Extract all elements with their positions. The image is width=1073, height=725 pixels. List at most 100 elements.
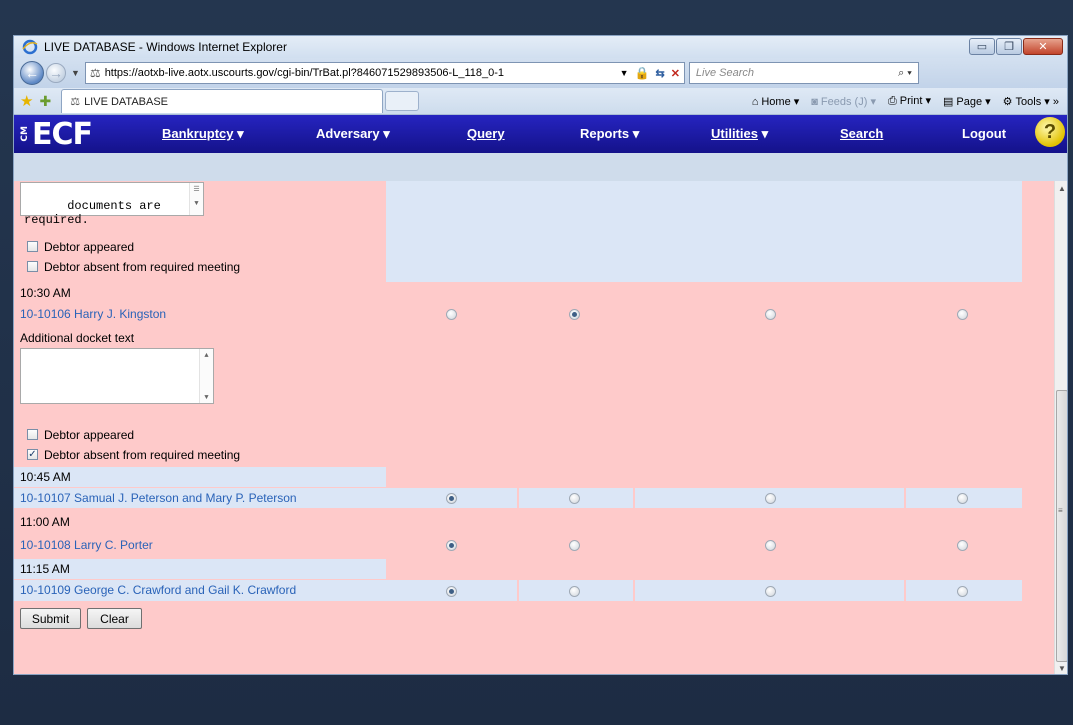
menu-bankruptcy[interactable]: Bankruptcy ▾ [162,126,244,142]
menu-label-query: Query [467,126,505,141]
case-2-radio-2[interactable] [569,493,580,504]
tab-label: LIVE DATABASE [84,95,169,108]
menu-label-search: Search [840,126,884,141]
search-icon[interactable]: ⌕ ▾ [898,67,912,80]
stop-icon[interactable]: ✕ [671,67,680,80]
case-time-4: 11:15 AM [20,562,70,576]
debtor-absent-label-2: Debtor absent from required meeting [44,448,241,462]
menu-label-reports: Reports [580,126,630,141]
address-url: https://aotxb-live.aotx.uscourts.gov/cgi… [104,67,505,79]
case-1-radio-2[interactable] [569,309,580,320]
column-divider [633,488,635,508]
debtor-appeared-checkbox-1[interactable] [27,241,38,252]
ecf-logo-text: ECF [32,116,93,152]
case-4-radio-4[interactable] [957,586,968,597]
address-row: ← → ▼ ⚖ https://aotxb-live.aotx.uscourts… [14,58,1067,88]
case-4-radio-1[interactable] [446,586,457,597]
page-button[interactable]: ▤ Page ▾ [943,95,991,108]
menu-query[interactable]: Query [467,126,505,141]
submit-button[interactable]: Submit [20,608,81,629]
case-link-1[interactable]: 10-10106 Harry J. Kingston [20,307,166,321]
case-1-radio-1[interactable] [446,309,457,320]
home-button[interactable]: ⌂ Home ▾ [752,95,800,108]
close-button[interactable]: ✕ [1023,38,1063,55]
maximize-button[interactable]: ❐ [996,38,1022,55]
minimize-button[interactable]: ▭ [969,38,995,55]
clear-button[interactable]: Clear [87,608,142,629]
scroll-down-icon[interactable]: ▼ [1058,664,1066,673]
case-3-radio-2[interactable] [569,540,580,551]
menu-logout[interactable]: Logout [962,126,1006,141]
column-divider [517,580,519,601]
tab-row: ★ ✚ ⚖ LIVE DATABASE ⌂ Home ▾ ◙ Feeds (J) ▾… [14,88,1067,115]
debtor-absent-checkbox-2[interactable]: ✓ [27,449,38,460]
search-input[interactable]: Live Search ⌕ ▾ [688,62,919,84]
case-2-radio-1[interactable] [446,493,457,504]
debtor-absent-checkbox-1[interactable] [27,261,38,272]
debtor-appeared-label-2: Debtor appeared [44,428,135,442]
case-2-radio-4[interactable] [957,493,968,504]
textarea-2-scrollbar[interactable]: ▲ ▼ [199,349,213,403]
column-divider [904,488,906,508]
address-dropdown-icon[interactable]: ▼ [620,68,629,78]
page-icon: ▤ [942,95,954,108]
title-bar: LIVE DATABASE - Windows Internet Explore… [14,36,1067,58]
ecf-logo[interactable]: CM ECF [14,117,124,152]
tools-gear-icon: ⚙ [1002,95,1013,108]
case-link-3[interactable]: 10-10108 Larry C. Porter [20,538,153,552]
tab-favicon-icon: ⚖ [70,96,81,108]
feeds-button[interactable]: ◙ Feeds (J) ▾ [811,95,876,108]
address-bar[interactable]: ⚖ https://aotxb-live.aotx.uscourts.gov/c… [84,62,685,84]
case-3-radio-3[interactable] [765,540,776,551]
page-content: documents are required. ☰ ▼ Debtor appear… [14,181,1054,674]
docket-text-area-1[interactable]: documents are required. ☰ ▼ [20,182,204,227]
case-4-radio-3[interactable] [765,586,776,597]
case-3-radio-1[interactable] [446,540,457,551]
case-link-4[interactable]: 10-10109 George C. Crawford and Gail K. … [20,583,296,597]
back-button[interactable]: ← [20,61,44,85]
case-time-1: 10:30 AM [20,286,71,300]
help-label: ? [1043,120,1057,143]
menu-reports[interactable]: Reports ▾ [580,126,639,142]
docket-text-area-1-content: documents are required. [24,199,161,227]
print-label: Print [899,95,923,107]
case-1-radio-3[interactable] [765,309,776,320]
menu-search[interactable]: Search [840,126,883,141]
case-1-radio-4[interactable] [957,309,968,320]
case-2-radio-3[interactable] [765,493,776,504]
scroll-up-icon[interactable]: ▲ [1058,184,1066,193]
help-icon[interactable]: ? [1035,117,1065,147]
scrollbar-thumb[interactable] [1056,390,1067,662]
forward-button[interactable]: → [46,63,66,83]
ie-logo-icon [22,39,38,55]
menu-adversary[interactable]: Adversary ▾ [316,126,390,142]
window-title: LIVE DATABASE - Windows Internet Explore… [44,40,287,54]
command-bar: ⌂ Home ▾ ◙ Feeds (J) ▾ ⎙ Print ▾ ▤ Page ▾ ⚙ T… [752,94,1059,108]
tab-live-database[interactable]: ⚖ LIVE DATABASE [61,89,384,113]
new-tab-button[interactable] [385,91,420,111]
debtor-absent-label-1: Debtor absent from required meeting [44,260,241,274]
lock-icon[interactable]: 🔒 [635,66,650,80]
favorites-star-icon[interactable]: ★ [20,92,33,110]
history-dropdown-icon[interactable]: ▼ [71,68,80,78]
print-icon: ⎙ [887,95,897,107]
print-button[interactable]: ⎙ Print ▾ [888,94,931,108]
home-icon: ⌂ [751,95,759,108]
refresh-icon[interactable]: ⇆ [655,67,664,80]
page-label: Page [956,95,983,108]
page-scrollbar[interactable]: ▲ ≡ ▼ [1054,181,1067,674]
case-link-2[interactable]: 10-10107 Samual J. Peterson and Mary P. … [20,491,297,505]
ecf-logo-prefix: CM [20,126,30,142]
column-divider [517,488,519,508]
textarea-1-scrollbar[interactable]: ☰ ▼ [189,183,203,215]
tools-button[interactable]: ⚙ Tools ▾ » [1003,95,1059,108]
menu-utilities[interactable]: Utilities ▾ [711,126,768,142]
add-favorites-icon[interactable]: ✚ [39,93,51,110]
additional-docket-textarea[interactable]: ▲ ▼ [20,348,214,404]
case-3-radio-4[interactable] [957,540,968,551]
search-placeholder: Live Search [695,67,755,79]
tools-label: Tools [1015,95,1042,108]
case-4-radio-2[interactable] [569,586,580,597]
column-divider [904,580,906,601]
debtor-appeared-checkbox-2[interactable] [27,429,38,440]
